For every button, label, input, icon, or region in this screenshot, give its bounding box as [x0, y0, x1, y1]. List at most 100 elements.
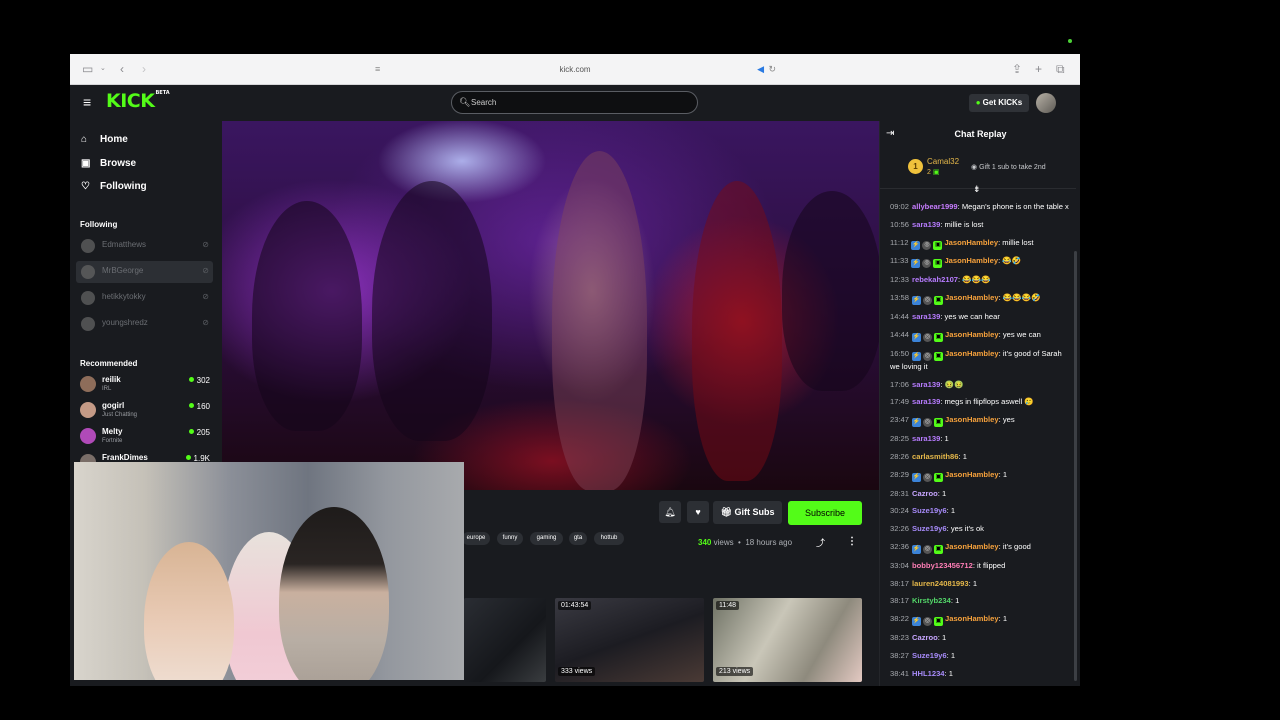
message-username[interactable]: sara139: [912, 312, 940, 321]
message-username[interactable]: Suze19y6: [912, 524, 947, 533]
sidebar-toggle-icon[interactable]: ▭: [82, 62, 93, 76]
tag[interactable]: hottub: [594, 532, 624, 545]
message-username[interactable]: JasonHambley: [945, 415, 999, 424]
follow-button[interactable]: ♥: [687, 501, 709, 523]
notification-button[interactable]: 🔔︎: [659, 501, 681, 523]
browse-icon: ▣: [81, 158, 91, 169]
recommended-item[interactable]: gogirl Just Chatting 160: [80, 400, 212, 424]
following-item[interactable]: Edmatthews ⊘: [76, 235, 213, 257]
chat-message: 38:22 ⚡ ◎ ▣ JasonHambley: 1: [890, 613, 1070, 627]
subscribe-button[interactable]: Subscribe: [788, 501, 862, 525]
message-username[interactable]: JasonHambley: [945, 330, 999, 339]
tag[interactable]: europe: [462, 532, 490, 545]
reload-icon[interactable]: ↻: [768, 60, 776, 79]
bolt-badge-icon: ⚡: [912, 544, 922, 554]
following-item[interactable]: youngshredz ⊘: [76, 313, 213, 335]
address-bar[interactable]: ≡ kick.com ◀ ↻: [370, 60, 780, 79]
speaker-icon[interactable]: ◀: [757, 60, 764, 79]
message-username[interactable]: sara139: [912, 434, 940, 443]
menu-icon[interactable]: ≡: [83, 95, 91, 109]
viewer-count-value: 205: [196, 428, 210, 437]
video-duration: 01:43:54: [558, 601, 592, 610]
message-username[interactable]: Cazroo: [912, 633, 938, 642]
tabs-overview-icon[interactable]: ⧉: [1056, 62, 1065, 76]
new-tab-icon[interactable]: +: [1035, 62, 1042, 76]
message-time: 30:24: [890, 506, 910, 516]
chat-messages: 09:02 allybear1999: Megan's phone is on t…: [890, 201, 1070, 685]
following-item[interactable]: MrBGeorge ⊘: [76, 261, 213, 283]
kick-logo[interactable]: KICKBETA: [106, 90, 170, 112]
back-icon[interactable]: ‹: [120, 62, 124, 76]
message-username[interactable]: JasonHambley: [945, 349, 999, 358]
chat-message: 38:23 Cazroo: 1: [890, 632, 1070, 644]
chat-message: 13:58 ⚡ ◎ ▣ JasonHambley: 😂😂😂🤣: [890, 292, 1070, 306]
message-username[interactable]: carlasmith86: [912, 452, 958, 461]
message-username[interactable]: JasonHambley: [945, 293, 999, 302]
channel-avatar: [80, 376, 96, 392]
channel-name: Melty: [102, 427, 123, 436]
message-time: 32:36: [890, 541, 910, 551]
tag[interactable]: gta: [569, 532, 587, 545]
chevron-down-icon[interactable]: ⌄: [100, 62, 106, 76]
chat-scrollbar[interactable]: [1074, 251, 1077, 681]
message-username[interactable]: JasonHambley: [945, 542, 999, 551]
search-box[interactable]: 🔍︎: [451, 91, 698, 114]
message-username[interactable]: JasonHambley: [944, 256, 998, 265]
get-kicks-button[interactable]: ● Get KICKs: [969, 94, 1029, 112]
gift-subs-button[interactable]: 🎁︎ Gift Subs: [713, 501, 782, 524]
channel-avatar: [81, 291, 95, 305]
tag[interactable]: funny: [497, 532, 523, 545]
message-username[interactable]: sara139: [912, 220, 940, 229]
nav-following[interactable]: ♡ Following: [81, 180, 147, 194]
message-time: 13:58: [890, 293, 910, 303]
following-item[interactable]: hetikkytokky ⊘: [76, 287, 213, 309]
message-username[interactable]: HHL1234: [912, 669, 945, 678]
video-thumbnail[interactable]: 11:48 213 views: [713, 598, 862, 682]
video-thumbnail[interactable]: [464, 598, 546, 682]
message-username[interactable]: rebekah2107: [912, 275, 958, 284]
share-icon[interactable]: ⇪: [1012, 62, 1022, 76]
channel-name: FrankDimes: [102, 453, 148, 462]
user-avatar[interactable]: [1036, 93, 1056, 113]
video-views: 333 views: [558, 667, 596, 676]
recommended-item[interactable]: reilik IRL 302: [80, 374, 212, 398]
gifter-name[interactable]: Camal32: [927, 157, 959, 166]
message-username[interactable]: allybear1999: [912, 202, 958, 211]
rank-badge: 1: [908, 159, 923, 174]
live-dot: [188, 403, 194, 408]
message-username[interactable]: JasonHambley: [944, 238, 998, 247]
message-username[interactable]: Suze19y6: [912, 651, 947, 660]
gift-circle-icon: ◉: [971, 164, 978, 171]
message-time: 14:44: [890, 312, 910, 322]
reader-icon[interactable]: ≡: [375, 60, 380, 79]
message-username[interactable]: sara139: [912, 397, 940, 406]
message-username[interactable]: Kirstyb234: [912, 596, 951, 605]
recommended-item[interactable]: Melty Fortnite 205: [80, 426, 212, 450]
message-username[interactable]: Suze19y6: [912, 506, 947, 515]
video-player[interactable]: [222, 121, 879, 490]
offline-icon: ⊘: [202, 240, 209, 249]
channel-name: youngshredz: [102, 318, 148, 327]
bolt-badge-icon: ⚡: [912, 296, 922, 306]
message-username[interactable]: lauren24081993: [912, 579, 969, 588]
forward-icon[interactable]: ›: [142, 62, 146, 76]
more-options-icon[interactable]: ⋮: [847, 536, 857, 547]
nav-home[interactable]: ⌂ Home: [81, 133, 128, 147]
bolt-badge-icon: ⚡: [912, 351, 922, 361]
message-username[interactable]: JasonHambley: [945, 614, 999, 623]
gift-prompt[interactable]: ◉ Gift 1 sub to take 2nd: [971, 163, 1046, 171]
message-username[interactable]: bobby123456712: [912, 561, 973, 570]
search-input[interactable]: [471, 95, 681, 110]
video-thumbnail[interactable]: 01:43:54 333 views: [555, 598, 704, 682]
nav-browse[interactable]: ▣ Browse: [81, 157, 136, 171]
message-username[interactable]: Cazroo: [912, 489, 938, 498]
expand-icon[interactable]: ⇟: [973, 184, 981, 195]
message-username[interactable]: JasonHambley: [945, 470, 999, 479]
message-username[interactable]: sara139: [912, 380, 940, 389]
video-figure: [372, 181, 492, 441]
pinned-gifter: 1 Camal32 2 ▣ ◉ Gift 1 sub to take 2nd ⇟: [880, 153, 1076, 194]
tag[interactable]: gaming: [530, 532, 563, 545]
chat-title: Chat Replay: [954, 129, 1007, 139]
share-icon[interactable]: ⤴: [816, 536, 825, 549]
chat-message: 11:33 ⚡ ◎ ▣ JasonHambley: 😂🤣: [890, 255, 1070, 269]
